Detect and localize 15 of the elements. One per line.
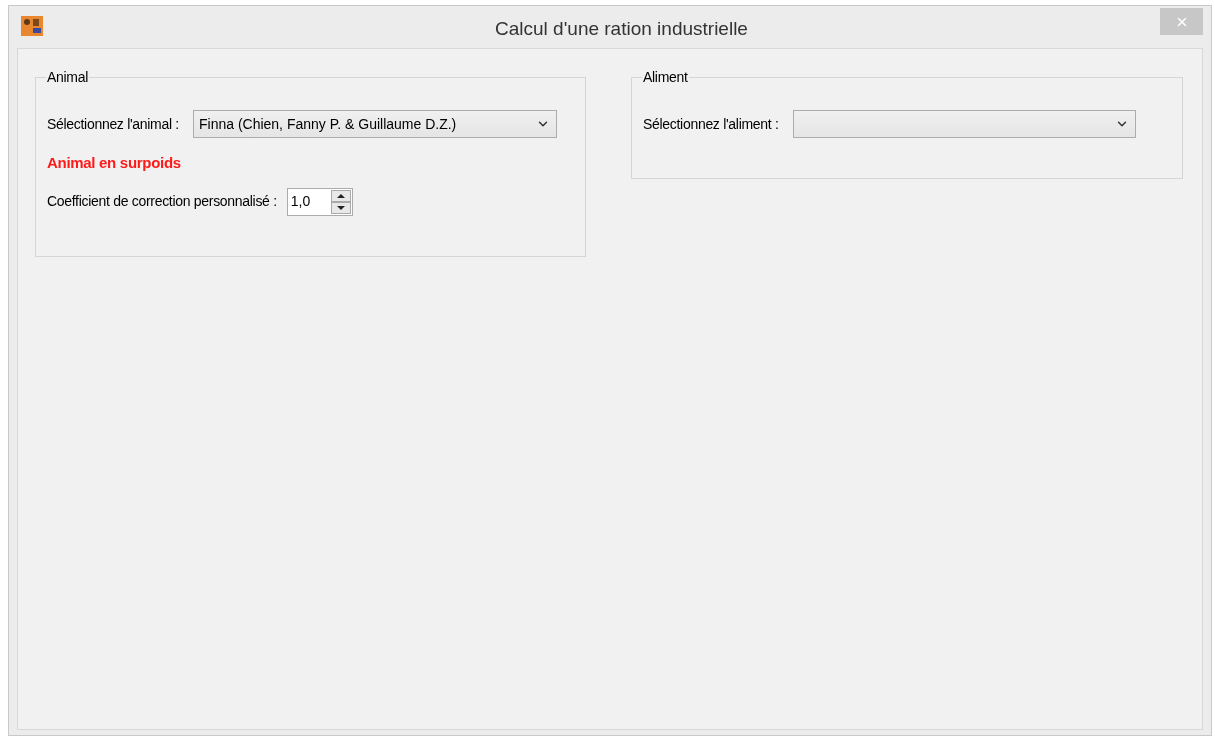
app-icon — [21, 16, 43, 36]
warning-text: Animal en surpoids — [47, 153, 182, 173]
dropdown[interactable] — [792, 110, 1136, 138]
group-title: Aliment — [642, 68, 689, 87]
window-title: Calcul d'une ration industrielle — [495, 17, 748, 41]
spin-arrows-icon — [330, 189, 351, 214]
dropdown[interactable]: Finna (Chien, Fanny P. & Guillaume D.Z.) — [192, 110, 557, 138]
field-label: Sélectionnez l'aliment : — [643, 114, 779, 134]
close-button[interactable] — [1160, 8, 1203, 35]
group-title: Animal — [46, 68, 89, 87]
field-label: Coefficient de correction personnalisé : — [47, 192, 277, 211]
spin-value: 1,0 — [289, 192, 312, 211]
field-label: Sélectionnez l'animal : — [47, 114, 179, 134]
spin-box[interactable]: 1,0 — [286, 187, 353, 216]
dropdown-value: Finna (Chien, Fanny P. & Guillaume D.Z.) — [198, 114, 458, 134]
